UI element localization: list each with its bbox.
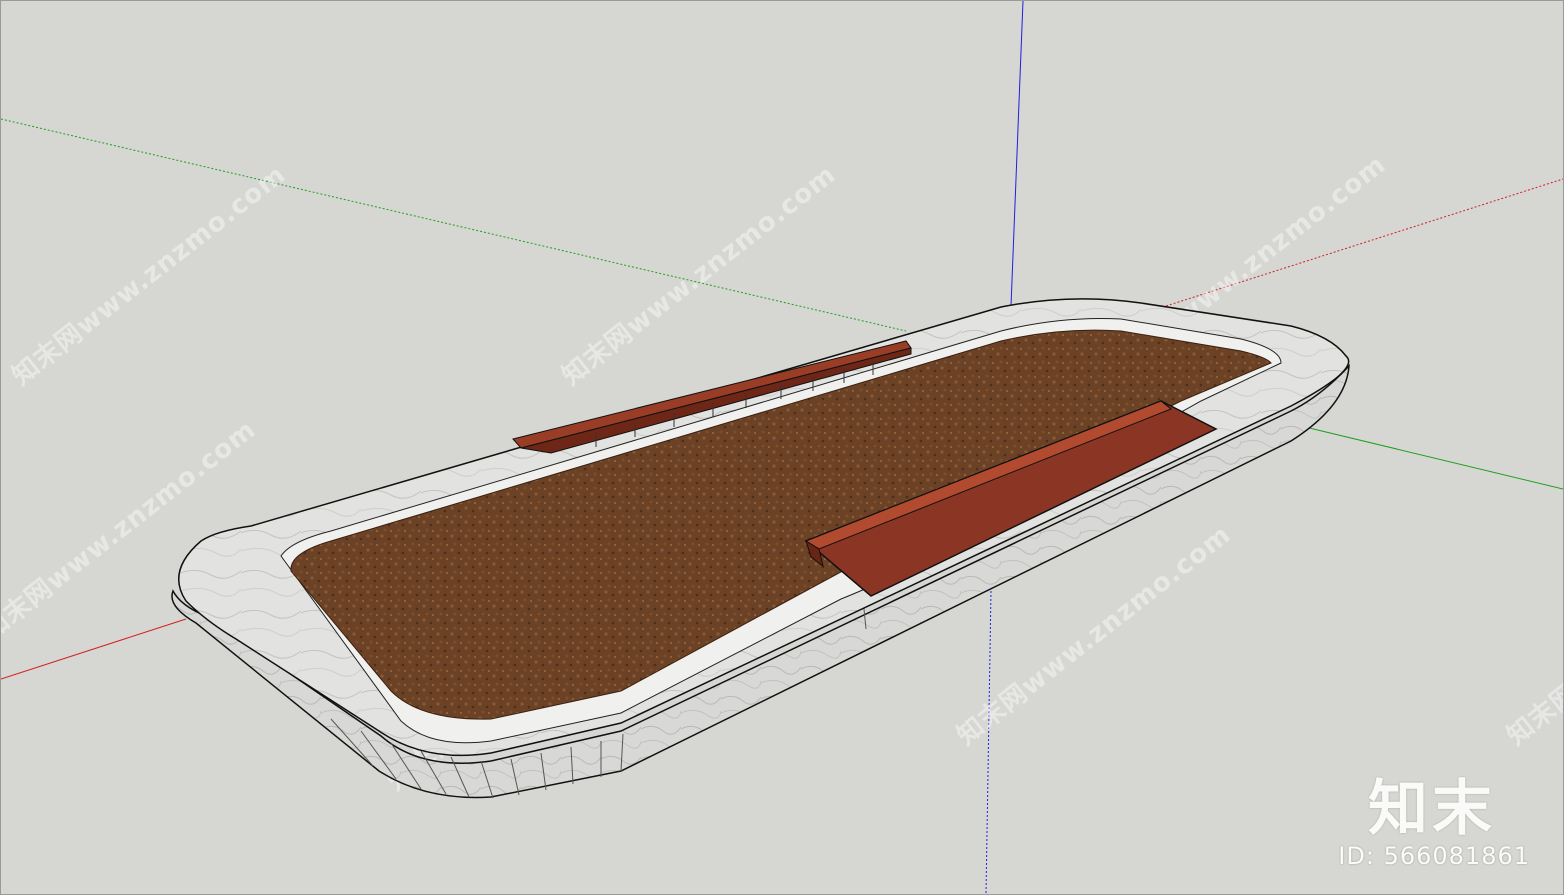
brand-logo: 知末 bbox=[1368, 774, 1496, 844]
model-id-label: ID: 566081861 bbox=[1338, 842, 1530, 870]
axis-green-front bbox=[1300, 425, 1563, 490]
scene-canvas: 知末网www.znzmo.com 知末网www.znzmo.com 知末网www… bbox=[1, 1, 1563, 894]
axis-blue-up bbox=[1010, 1, 1024, 307]
watermark-text: 知末网www.znzmo.com bbox=[7, 160, 292, 392]
axis-red-front bbox=[1, 618, 187, 680]
planter-model[interactable] bbox=[171, 298, 1350, 799]
watermark-text: 知末网www.znzmo.com bbox=[1502, 520, 1563, 752]
axis-blue-down bbox=[985, 590, 992, 894]
watermark-text: 知末网www.znzmo.com bbox=[557, 160, 842, 392]
model-viewport[interactable]: 知末网www.znzmo.com 知末网www.znzmo.com 知末网www… bbox=[0, 0, 1564, 895]
